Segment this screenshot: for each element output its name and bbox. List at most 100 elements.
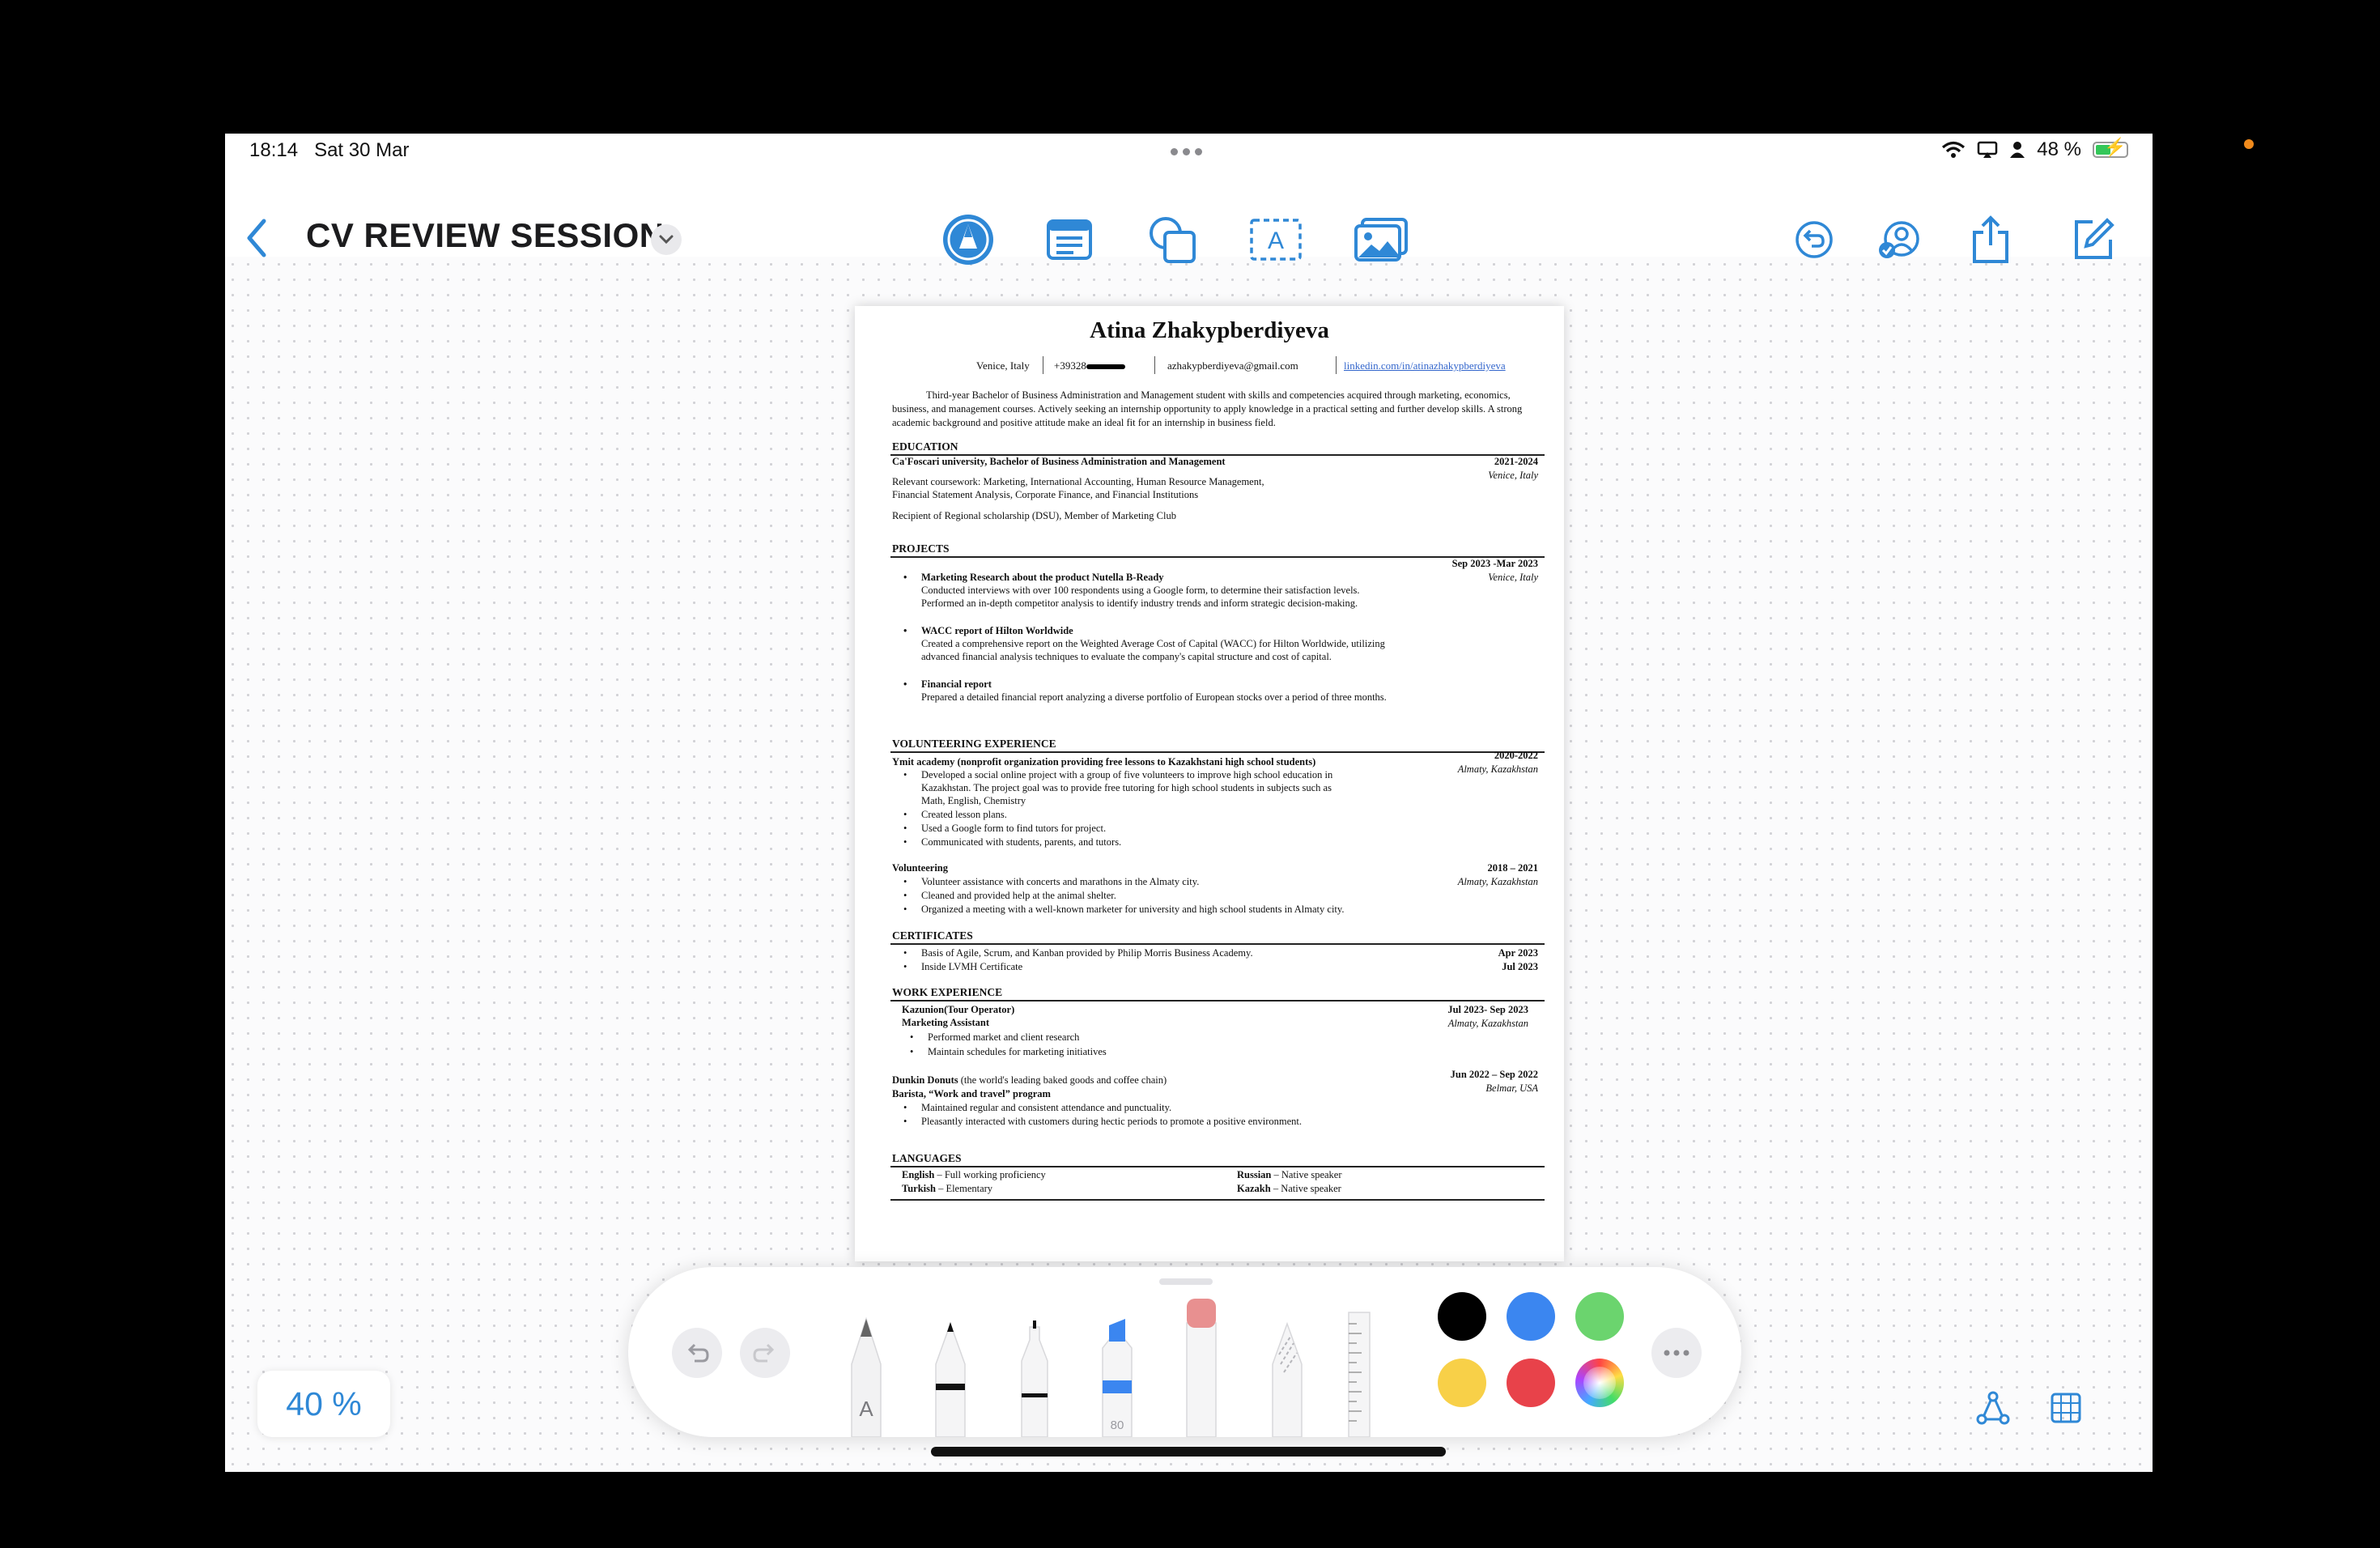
volunteer-2-bullet-1: Volunteer assistance with concerts and m… — [903, 876, 1199, 888]
drawing-tool-palette: A 80 — [628, 1267, 1741, 1437]
redo-stroke-button[interactable] — [740, 1328, 790, 1378]
certificates-heading: CERTIFICATES — [892, 929, 973, 942]
cv-name: Atina Zhakypberdiyeva — [1090, 317, 1329, 343]
battery-icon: ⚡ — [2093, 138, 2128, 158]
color-swatch-yellow[interactable] — [1438, 1359, 1486, 1407]
connector-icon[interactable] — [1970, 1385, 2016, 1431]
monoline-tool-icon[interactable] — [1015, 1316, 1054, 1437]
volunteer-bullet-4: Communicated with students, parents, and… — [903, 836, 1121, 848]
education-coursework-2: Financial Statement Analysis, Corporate … — [892, 489, 1199, 500]
title-dropdown-icon[interactable] — [651, 224, 682, 255]
undo-history-icon[interactable] — [1786, 211, 1842, 268]
freeform-app-window: 18:14 Sat 30 Mar 48 % ⚡ CV REVIEW SESSIO… — [225, 134, 2153, 1472]
redo-icon — [753, 1343, 775, 1363]
cv-summary: Third-year Bachelor of Business Administ… — [892, 389, 1523, 428]
volunteering-heading: VOLUNTEERING EXPERIENCE — [892, 738, 1056, 750]
job-2-bullet-2: Pleasantly interacted with customers dur… — [903, 1116, 1302, 1128]
recording-indicator-dot — [2244, 139, 2254, 149]
color-swatch-green[interactable] — [1575, 1292, 1624, 1341]
home-indicator[interactable] — [931, 1447, 1446, 1457]
project-1-title: Marketing Research about the product Nut… — [903, 572, 1163, 584]
work-heading: WORK EXPERIENCE — [892, 986, 1003, 998]
job-2-role: Barista, “Work and travel” program — [892, 1088, 1051, 1099]
volunteer-bullet-1-line-3: Math, English, Chemistry — [921, 795, 1026, 806]
job-2-bullet-1: Maintained regular and consistent attend… — [903, 1102, 1171, 1114]
pen-tool-icon[interactable] — [940, 211, 997, 268]
eraser-tool-icon[interactable] — [1182, 1295, 1221, 1437]
languages-heading: LANGUAGES — [892, 1152, 962, 1164]
projects-place: Venice, Italy — [1488, 572, 1538, 583]
volunteer-place-1: Almaty, Kazakhstan — [1457, 763, 1538, 775]
share-icon[interactable] — [1962, 211, 2019, 268]
screen-mirroring-icon — [1978, 141, 1998, 158]
volunteer-place-2: Almaty, Kazakhstan — [1457, 876, 1538, 887]
zoom-level-button[interactable]: 40 % — [257, 1371, 390, 1437]
shapes-icon[interactable] — [1144, 211, 1201, 268]
job-1-bullet-2: Maintain schedules for marketing initiat… — [910, 1046, 1107, 1058]
battery-percent: 48 % — [2037, 138, 2081, 160]
job-2-dates: Jun 2022 – Sep 2022 — [1450, 1069, 1538, 1080]
language-turkish: Turkish – Elementary — [902, 1183, 993, 1194]
grid-icon[interactable] — [2043, 1385, 2089, 1431]
cv-email: azhakypberdiyeva@gmail.com — [1167, 359, 1298, 372]
project-2-title: WACC report of Hilton Worldwide — [903, 625, 1073, 637]
svg-text:A: A — [859, 1397, 873, 1421]
education-place: Venice, Italy — [1488, 470, 1538, 481]
color-picker-wheel[interactable] — [1575, 1359, 1624, 1407]
ruler-tool-icon[interactable] — [1345, 1308, 1373, 1437]
volunteer-bullet-1: Developed a social online project with a… — [903, 769, 1332, 781]
more-icon — [1664, 1350, 1689, 1356]
language-kazakh: Kazakh – Native speaker — [1237, 1183, 1341, 1194]
svg-text:80: 80 — [1111, 1418, 1124, 1432]
svg-text:A: A — [1268, 228, 1284, 254]
certificate-2: Inside LVMH Certificate — [903, 961, 1022, 973]
text-box-icon[interactable] — [1041, 211, 1098, 268]
projects-dates: Sep 2023 -Mar 2023 — [1451, 558, 1538, 569]
undo-icon — [687, 1343, 709, 1363]
volunteer-2-title: Volunteering — [892, 862, 948, 874]
pen-tool-icon[interactable] — [931, 1316, 970, 1437]
project-2-line-1: Created a comprehensive report on the We… — [921, 638, 1385, 649]
cv-linkedin-link[interactable]: linkedin.com/in/atinazhakypberdiyeva — [1344, 359, 1506, 372]
volunteer-2-bullet-2: Cleaned and provided help at the animal … — [903, 890, 1116, 902]
project-2-line-2: advanced financial analysis techniques t… — [921, 651, 1332, 662]
person-icon — [2010, 142, 2025, 158]
color-swatch-black[interactable] — [1438, 1292, 1486, 1341]
status-indicators: 48 % ⚡ — [1941, 138, 2128, 161]
palette-grab-handle[interactable] — [1159, 1278, 1213, 1285]
volunteer-org: Ymit academy (nonprofit organization pro… — [892, 756, 1316, 768]
marker-tool-icon[interactable]: 80 — [1098, 1316, 1137, 1437]
new-board-icon[interactable] — [2064, 211, 2121, 268]
education-dates: 2021-2024 — [1494, 456, 1538, 467]
job-1-company: Kazunion(Tour Operator) — [902, 1004, 1015, 1015]
project-3-title: Financial report — [903, 678, 992, 691]
project-1-line-2: Performed an in-depth competitor analysi… — [921, 598, 1358, 609]
cv-phone: +39328 — [1054, 359, 1125, 372]
education-coursework: Relevant coursework: Marketing, Internat… — [892, 476, 1264, 487]
multitasking-dots-icon[interactable] — [1171, 148, 1202, 155]
undo-stroke-button[interactable] — [672, 1328, 722, 1378]
cv-document[interactable]: Atina Zhakypberdiyeva Venice, Italy +393… — [855, 306, 1564, 1261]
back-chevron-icon[interactable] — [244, 218, 269, 258]
color-swatch-blue[interactable] — [1507, 1292, 1555, 1341]
volunteer-2-bullet-3: Organized a meeting with a well-known ma… — [903, 904, 1344, 916]
job-2-company: Dunkin Donuts (the world's leading baked… — [892, 1074, 1167, 1086]
cv-city: Venice, Italy — [976, 359, 1030, 372]
pencil-tool-icon[interactable]: A — [847, 1316, 886, 1437]
volunteer-bullet-1-line-2: Kazakhstan. The project goal was to prov… — [921, 782, 1332, 793]
education-school: Ca'Foscari university, Bachelor of Busin… — [892, 456, 1226, 467]
certificate-1: Basis of Agile, Scrum, and Kanban provid… — [903, 947, 1253, 959]
color-swatch-red[interactable] — [1507, 1359, 1555, 1407]
job-1-role: Marketing Assistant — [902, 1017, 989, 1028]
lasso-tool-icon[interactable] — [1268, 1316, 1307, 1437]
volunteer-dates-1: 2020-2022 — [1494, 750, 1538, 761]
projects-heading: PROJECTS — [892, 542, 950, 555]
text-insert-icon[interactable]: A — [1247, 211, 1304, 268]
media-icon[interactable] — [1353, 211, 1409, 268]
status-time: 18:14 Sat 30 Mar — [249, 139, 410, 161]
more-options-button[interactable] — [1651, 1328, 1702, 1378]
board-title[interactable]: CV REVIEW SESSION — [306, 216, 665, 255]
collaborate-icon[interactable] — [1872, 211, 1928, 268]
certificate-1-date: Apr 2023 — [1498, 947, 1538, 959]
project-1-line-1: Conducted interviews with over 100 respo… — [921, 585, 1360, 596]
